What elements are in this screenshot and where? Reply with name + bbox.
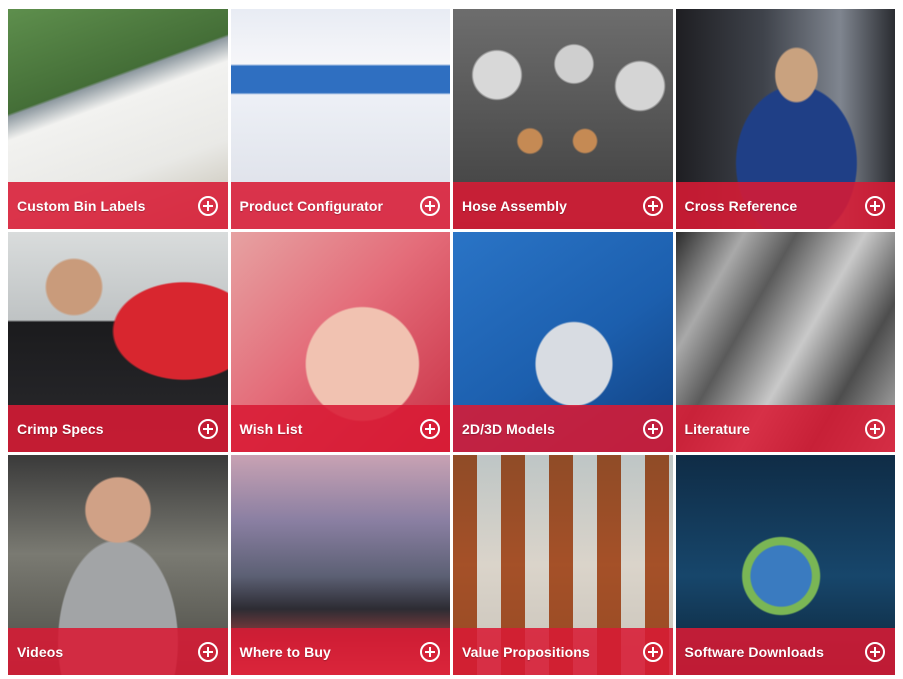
tile-software-downloads[interactable]: Software Downloads — [675, 455, 895, 675]
tile-label: Custom Bin Labels — [17, 197, 146, 214]
tile-caption-bar: Value Propositions — [453, 628, 673, 675]
plus-circle-icon[interactable] — [420, 418, 440, 439]
tile-caption-bar: Hose Assembly — [453, 182, 673, 229]
plus-circle-icon[interactable] — [420, 195, 440, 216]
tile-2d-3d-models[interactable]: 2D/3D Models — [453, 232, 673, 452]
tile-label: 2D/3D Models — [462, 420, 555, 437]
tile-crimp-specs[interactable]: Crimp Specs — [8, 232, 228, 452]
tile-videos[interactable]: Videos — [8, 455, 228, 675]
feature-tile-grid: Custom Bin Labels Product Configurator H… — [8, 9, 895, 675]
tile-label: Where to Buy — [239, 643, 331, 660]
tile-label: Software Downloads — [684, 643, 824, 660]
tile-caption-bar: Cross Reference — [675, 182, 895, 229]
tile-cross-reference[interactable]: Cross Reference — [675, 9, 895, 229]
tile-where-to-buy[interactable]: Where to Buy — [230, 455, 450, 675]
tile-caption-bar: Where to Buy — [230, 628, 450, 675]
plus-circle-icon[interactable] — [865, 641, 885, 662]
plus-circle-icon[interactable] — [197, 641, 218, 662]
tile-caption-bar: Wish List — [230, 405, 450, 452]
tile-caption-bar: Videos — [8, 628, 228, 675]
plus-circle-icon[interactable] — [642, 195, 663, 216]
tile-caption-bar: Literature — [675, 405, 895, 452]
tile-label: Crimp Specs — [17, 420, 104, 437]
tile-custom-bin-labels[interactable]: Custom Bin Labels — [8, 9, 228, 229]
tile-literature[interactable]: Literature — [675, 232, 895, 452]
tile-caption-bar: 2D/3D Models — [453, 405, 673, 452]
tile-label: Value Propositions — [462, 643, 590, 660]
tile-product-configurator[interactable]: Product Configurator — [230, 9, 450, 229]
tile-label: Literature — [684, 420, 751, 437]
plus-circle-icon[interactable] — [420, 641, 440, 662]
plus-circle-icon[interactable] — [865, 418, 885, 439]
plus-circle-icon[interactable] — [642, 418, 663, 439]
tile-label: Cross Reference — [684, 197, 798, 214]
tile-caption-bar: Software Downloads — [675, 628, 895, 675]
plus-circle-icon[interactable] — [197, 418, 218, 439]
tile-label: Product Configurator — [239, 197, 384, 214]
tile-value-propositions[interactable]: Value Propositions — [453, 455, 673, 675]
plus-circle-icon[interactable] — [197, 195, 218, 216]
plus-circle-icon[interactable] — [642, 641, 663, 662]
tile-label: Hose Assembly — [462, 197, 568, 214]
tile-wish-list[interactable]: Wish List — [230, 232, 450, 452]
tile-caption-bar: Product Configurator — [230, 182, 450, 229]
plus-circle-icon[interactable] — [865, 195, 885, 216]
tile-caption-bar: Crimp Specs — [8, 405, 228, 452]
tile-label: Wish List — [239, 420, 303, 437]
tile-hose-assembly[interactable]: Hose Assembly — [453, 9, 673, 229]
tile-label: Videos — [17, 643, 64, 660]
tile-caption-bar: Custom Bin Labels — [8, 182, 228, 229]
